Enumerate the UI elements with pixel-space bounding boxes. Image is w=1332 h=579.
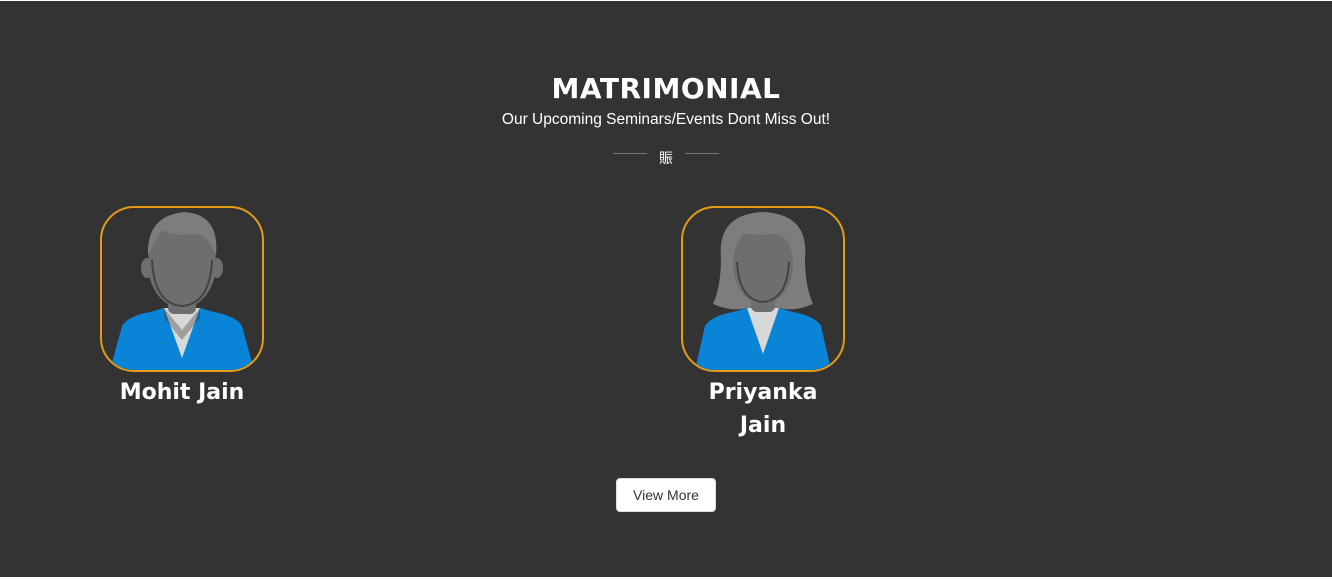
divider-line-left	[613, 152, 647, 154]
matrimonial-section: MATRIMONIAL Our Upcoming Seminars/Events…	[0, 1, 1332, 577]
profile-name[interactable]: Priyanka Jain	[698, 376, 828, 442]
profile-card[interactable]: Priyanka Jain	[681, 206, 845, 442]
section-subtitle: Our Upcoming Seminars/Events Dont Miss O…	[501, 111, 831, 128]
avatar[interactable]	[681, 206, 845, 372]
view-more-button[interactable]: View More	[616, 478, 716, 512]
male-avatar-icon	[110, 212, 254, 370]
divider-line-right	[685, 152, 719, 154]
female-avatar-icon	[695, 212, 831, 370]
section-title: MATRIMONIAL	[551, 72, 781, 105]
profile-name[interactable]: Mohit Jain	[100, 376, 264, 409]
title-divider: 賑	[0, 146, 1332, 170]
avatar[interactable]	[100, 206, 264, 372]
divider-glyph: 賑	[659, 150, 673, 166]
profile-card[interactable]: Mohit Jain	[100, 206, 264, 409]
